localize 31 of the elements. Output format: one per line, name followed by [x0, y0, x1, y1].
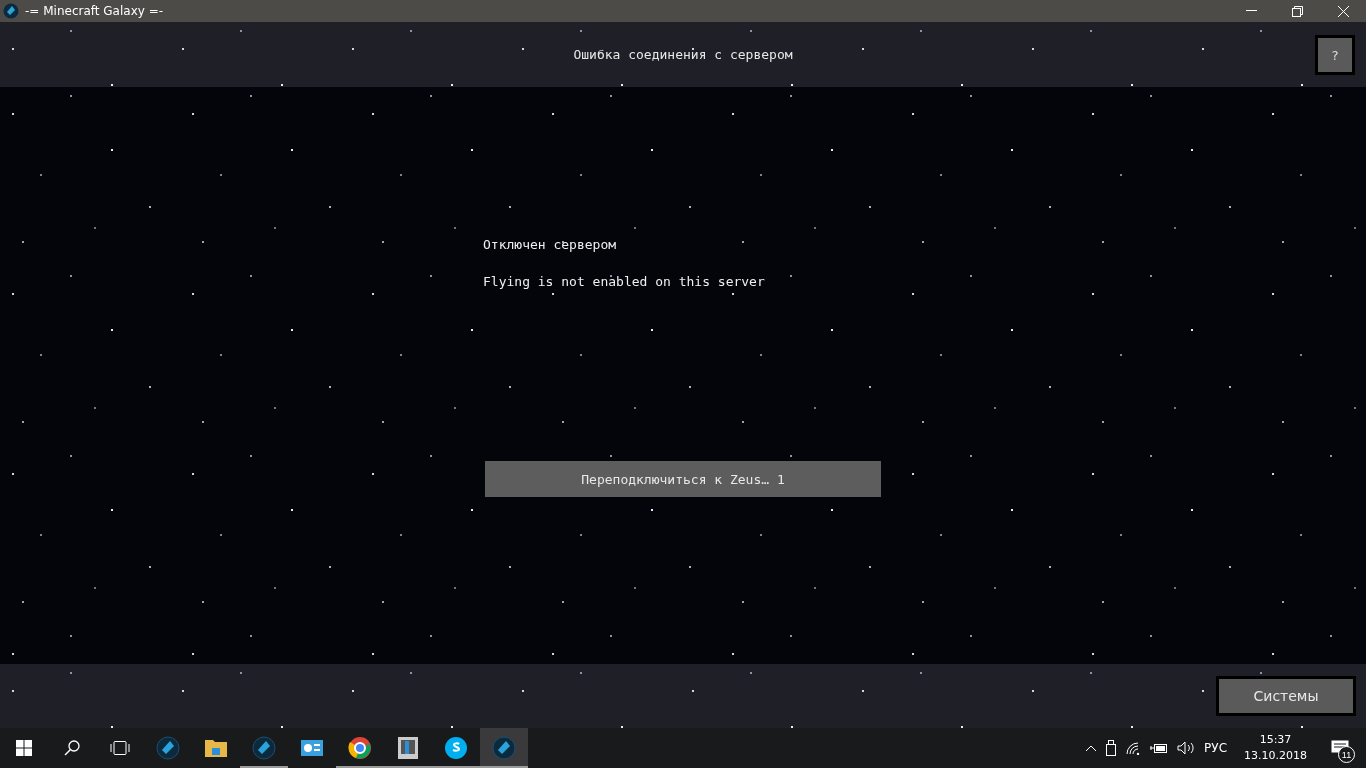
chevron-up-icon[interactable]: [1085, 744, 1098, 752]
sphere-icon: [492, 736, 516, 760]
screen-title: Ошибка соединения с сервером: [573, 47, 793, 62]
help-button[interactable]: ?: [1315, 35, 1355, 75]
close-icon: [1337, 5, 1349, 17]
chat-bubble-icon: [444, 736, 468, 760]
language-indicator[interactable]: РУС: [1204, 741, 1227, 755]
windows-logo-icon: [16, 740, 32, 756]
wifi-icon[interactable]: [1125, 741, 1142, 755]
battery-icon[interactable]: [1150, 742, 1169, 754]
usb-drive-icon[interactable]: [1106, 740, 1117, 756]
task-view-icon: [110, 741, 130, 755]
device-icon: [397, 736, 419, 760]
reconnect-button[interactable]: Переподключиться к Zeus… 1: [485, 461, 881, 497]
app-icon: [3, 3, 19, 19]
restore-icon: [1291, 5, 1303, 17]
sphere-icon: [156, 736, 180, 760]
sphere-icon: [252, 736, 276, 760]
notification-count: 11: [1338, 746, 1355, 763]
chart-window-icon: [300, 738, 324, 758]
circle-logo-icon: [348, 736, 372, 760]
systems-button[interactable]: Системы: [1216, 676, 1356, 716]
message-text: Отключен сервером: [483, 237, 618, 252]
speaker-icon[interactable]: [1177, 741, 1196, 755]
message-text: Flying is not enabled on this server: [483, 274, 766, 289]
folder-icon: [204, 738, 228, 758]
clock[interactable]: 15:37 13.10.2018: [1244, 732, 1307, 764]
notification-button[interactable]: 11: [1324, 728, 1356, 768]
search-icon: [64, 740, 80, 756]
minimize-icon: [1245, 10, 1257, 12]
window-title: -= Minecraft Galaxy =-: [25, 4, 165, 18]
